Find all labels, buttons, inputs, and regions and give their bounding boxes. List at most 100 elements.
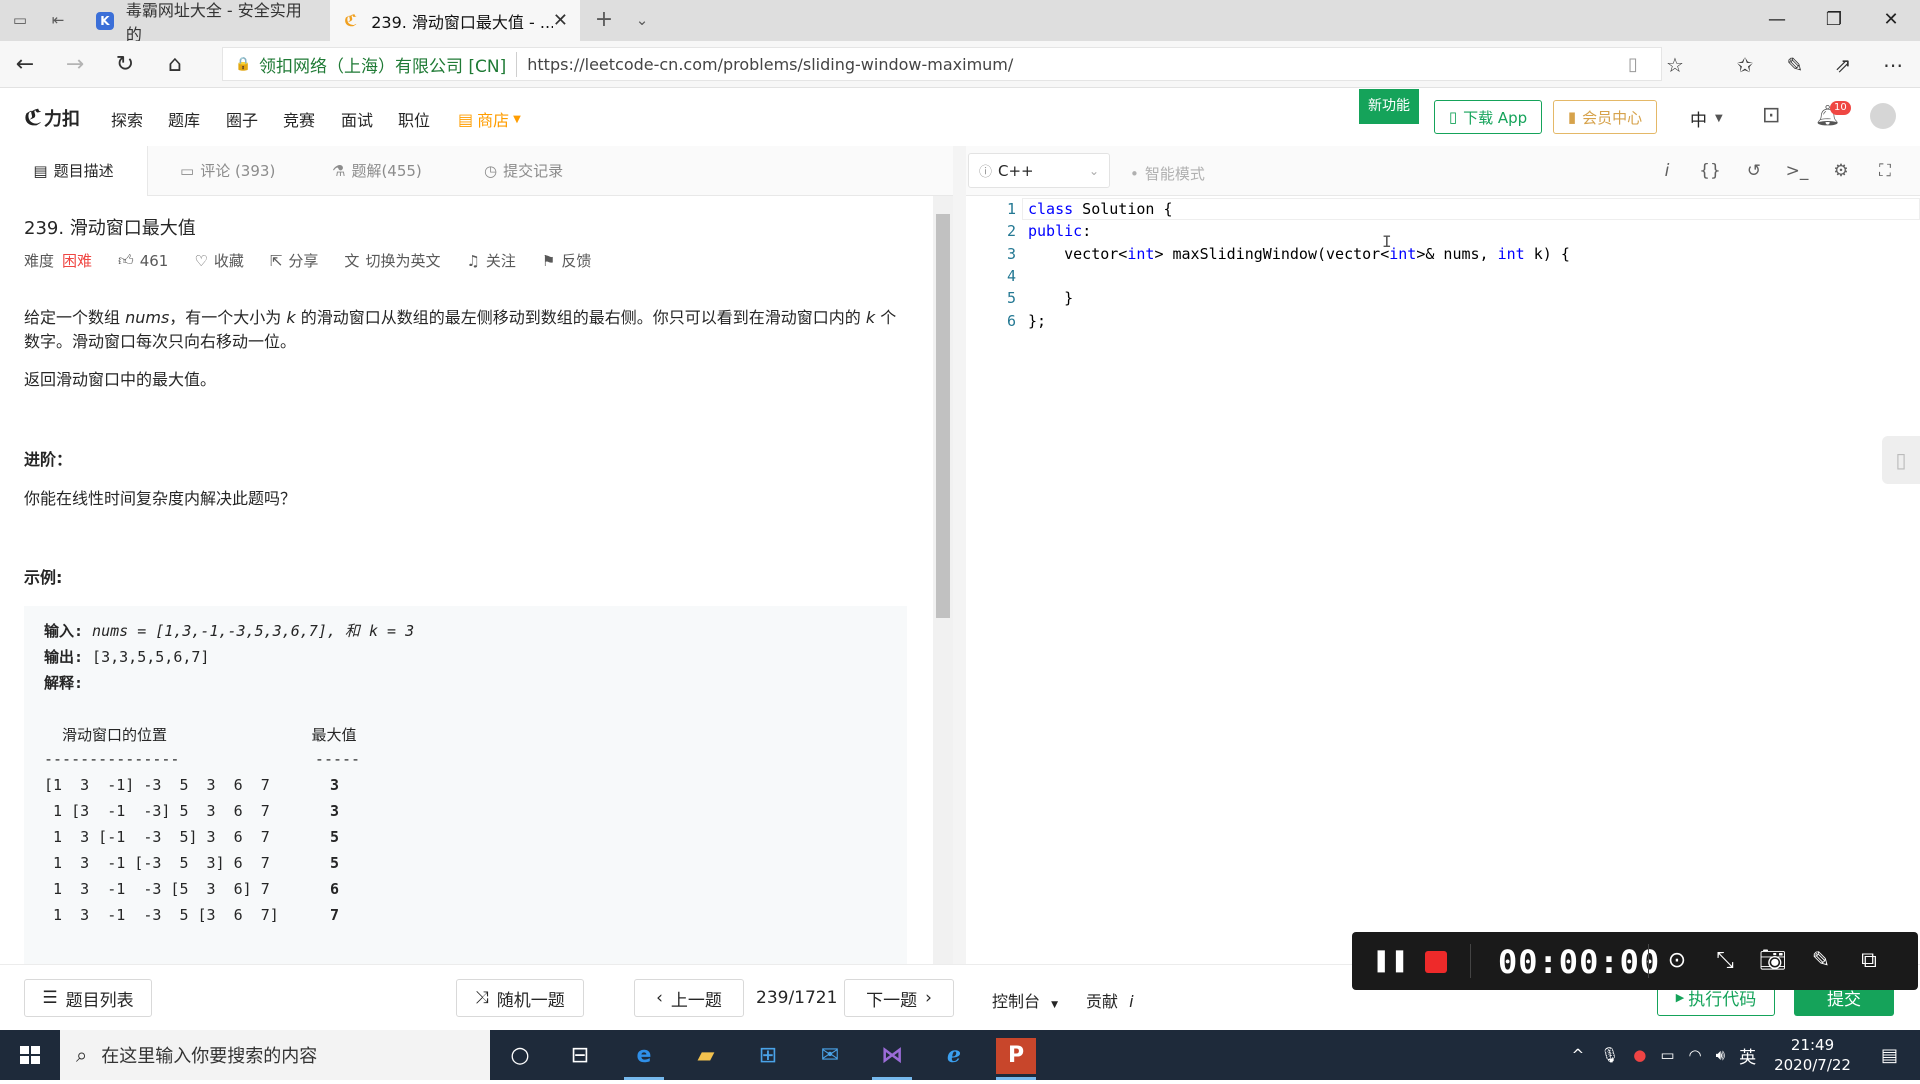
reading-view-icon[interactable]: ▯ [1618, 50, 1648, 80]
new-feature-badge[interactable]: 新功能 [1359, 89, 1419, 124]
side-panel-handle[interactable]: ▯ [1882, 436, 1920, 484]
member-center-button[interactable]: ▮ 会员中心 [1553, 100, 1657, 134]
info-icon[interactable]: i [1654, 158, 1680, 184]
shrink-icon[interactable]: ⤡ [1710, 946, 1740, 976]
separator [1470, 944, 1471, 978]
avatar[interactable] [1870, 103, 1896, 129]
terminal-icon[interactable]: >_ [1784, 158, 1810, 184]
playground-icon[interactable]: ⊡ [1762, 103, 1780, 128]
code-editor[interactable]: 1 2 3 4 5 6 class Solution { public: vec… [966, 196, 1920, 964]
settings-gear-icon[interactable]: ⚙ [1828, 158, 1854, 184]
share-button[interactable]: ⇱ 分享 [270, 250, 319, 271]
tab-comments[interactable]: ▭ 评论 (393) [168, 146, 287, 196]
nav-problems[interactable]: 题库 [168, 107, 200, 131]
region-capture-icon[interactable]: ⊙ [1662, 946, 1692, 976]
window: [1 3 -1] -3 5 3 6 7 [44, 776, 270, 794]
tab-duba[interactable]: K 毒霸网址大全 - 安全实用的 [84, 0, 328, 44]
fullscreen-icon[interactable]: ⛶ [1872, 158, 1898, 184]
close-tab-icon[interactable]: ✕ [553, 10, 568, 31]
site-logo[interactable]: ℭ 力扣 [24, 105, 80, 131]
flag-icon: ⚑ [541, 251, 556, 270]
reset-icon[interactable]: ↺ [1741, 158, 1767, 184]
file-explorer-icon[interactable]: ▰ [686, 1038, 726, 1074]
store-icon[interactable]: ⊞ [748, 1038, 788, 1074]
volume-icon[interactable]: 🔊︎ [1716, 1046, 1725, 1064]
powerpoint-icon[interactable]: P [996, 1038, 1036, 1080]
format-braces-icon[interactable]: {} [1697, 158, 1723, 184]
nav-jobs[interactable]: 职位 [398, 107, 430, 131]
web-notes-icon[interactable]: ✎ [1780, 50, 1810, 80]
refresh-icon[interactable]: ↻ [110, 50, 140, 80]
edge-browser-icon[interactable]: e [624, 1038, 664, 1080]
home-icon[interactable]: ⌂ [160, 50, 190, 80]
random-problem-button[interactable]: ⤨ 随机一题 [456, 979, 584, 1017]
taskbar-search-input[interactable]: ⌕ 在这里输入你要搜索的内容 [60, 1030, 490, 1080]
set-aside-tabs-icon[interactable]: ⇤ [48, 10, 68, 30]
internet-explorer-icon[interactable]: ℯ [934, 1038, 974, 1074]
panel-splitter[interactable] [953, 146, 966, 964]
back-icon[interactable]: ← [10, 50, 40, 80]
tab-description[interactable]: ▤ 题目描述 [0, 146, 148, 196]
nav-explore[interactable]: 探索 [111, 107, 143, 131]
ime-indicator[interactable]: 英 [1739, 1043, 1756, 1068]
task-view-icon[interactable]: ⊟ [560, 1038, 600, 1074]
follow-button[interactable]: ♫ 关注 [466, 250, 515, 271]
leetcode-logo-icon: ℭ [24, 105, 43, 131]
tab-actions-icon[interactable]: ▭ [10, 10, 30, 30]
member-center-label: 会员中心 [1582, 108, 1643, 127]
nav-interview[interactable]: 面试 [341, 107, 373, 131]
next-problem-button[interactable]: 下一题 › [844, 979, 954, 1017]
smart-mode-toggle[interactable]: • 智能模式 [1130, 163, 1205, 184]
tab-list-chevron-icon[interactable]: ⌄ [632, 10, 652, 30]
favorites-list-icon[interactable]: ✩ [1730, 50, 1760, 80]
prev-problem-button[interactable]: ‹ 上一题 [634, 979, 744, 1017]
problem-list-button[interactable]: ☰ 题目列表 [24, 979, 152, 1017]
site-navbar: ℭ 力扣 探索 题库 圈子 竞赛 面试 职位 ▤ 商店 ▼ 新功能 ▯ 下载 A… [0, 89, 1920, 146]
system-clock[interactable]: 21:49 2020/7/22 [1774, 1035, 1851, 1075]
switch-english-button[interactable]: 文 切换为英文 [344, 250, 440, 271]
store-icon: ▤ [458, 109, 474, 129]
nav-circle[interactable]: 圈子 [226, 107, 258, 131]
window-mode-icon[interactable]: ⧉ [1854, 946, 1884, 976]
camera-icon[interactable]: 📷︎ [1758, 946, 1788, 976]
url-input[interactable]: 🔒 领扣网络（上海）有限公司 [CN] https://leetcode-cn.… [222, 47, 1662, 81]
pause-icon[interactable]: ❚❚ [1372, 946, 1409, 976]
favorite-star-icon[interactable]: ☆ [1660, 50, 1690, 80]
microphone-icon[interactable]: 🎙︎ [1600, 1046, 1619, 1064]
stop-record-icon[interactable] [1425, 951, 1447, 973]
download-app-button[interactable]: ▯ 下载 App [1434, 100, 1542, 134]
battery-icon[interactable]: ▭ [1660, 1046, 1674, 1064]
visual-studio-icon[interactable]: ⋈ [872, 1038, 912, 1080]
forward-icon[interactable]: → [60, 50, 90, 80]
list-icon: ☰ [42, 988, 58, 1008]
favorite-button[interactable]: ♡ 收藏 [194, 250, 243, 271]
tab-solutions[interactable]: ⚗ 题解(455) [320, 146, 434, 196]
minimize-icon[interactable]: — [1749, 0, 1805, 41]
comment-icon: ▭ [180, 162, 195, 180]
tab-submissions[interactable]: ◷ 提交记录 [472, 146, 575, 196]
description-scroll-thumb[interactable] [936, 214, 950, 618]
show-hidden-icons-icon[interactable]: ^ [1572, 1046, 1585, 1064]
windows-start-icon[interactable] [0, 1030, 60, 1080]
more-icon[interactable]: ⋯ [1878, 50, 1908, 80]
phone-icon: ▯ [1448, 108, 1458, 126]
close-window-icon[interactable]: ✕ [1863, 0, 1919, 41]
mic-muted-icon[interactable]: ● [1633, 1046, 1646, 1064]
restore-icon[interactable]: ❐ [1806, 0, 1862, 41]
feedback-button[interactable]: ⚑ 反馈 [542, 250, 591, 271]
tab-leetcode[interactable]: ℭ 239. 滑动窗口最大值 - ... ✕ [330, 0, 580, 41]
console-toggle[interactable]: 控制台 ▼ [992, 988, 1058, 1012]
nav-store[interactable]: ▤ 商店 ▼ [458, 107, 521, 131]
new-tab-icon[interactable]: + [594, 9, 614, 31]
action-center-icon[interactable]: ▤ [1881, 1045, 1898, 1066]
nav-contest[interactable]: 竞赛 [283, 107, 315, 131]
mail-icon[interactable]: ✉ [810, 1038, 850, 1074]
wifi-icon[interactable]: ◠ [1689, 1046, 1702, 1064]
like-button[interactable]: 👍︎ 461 [118, 251, 168, 270]
language-switch[interactable]: 中 ▼ [1690, 106, 1723, 131]
share-icon[interactable]: ⇗ [1828, 50, 1858, 80]
contribute-link[interactable]: 贡献 i [1086, 988, 1134, 1012]
pen-icon[interactable]: ✎ [1806, 946, 1836, 976]
language-select[interactable]: ⓘ C++ ⌄ [968, 153, 1110, 188]
cortana-icon[interactable]: ○ [500, 1038, 540, 1074]
